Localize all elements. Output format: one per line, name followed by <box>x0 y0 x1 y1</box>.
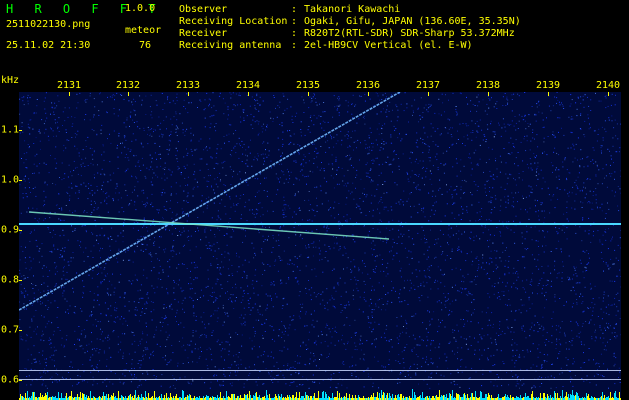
y-tick-label: 1.1 <box>1 124 20 136</box>
info-value: R820T2(RTL-SDR) SDR-Sharp 53.372MHz <box>304 28 515 39</box>
y-tick-mark <box>19 330 22 331</box>
noise-layer <box>19 92 621 389</box>
x-tick-label: 2140 <box>595 80 621 91</box>
x-tick-label: 2137 <box>415 80 441 91</box>
x-tick-mark <box>308 92 309 96</box>
x-tick-label: 2135 <box>295 80 321 91</box>
y-tick-mark <box>19 380 22 381</box>
x-tick-mark <box>248 92 249 96</box>
y-tick-label: 0.9 <box>1 224 20 236</box>
x-tick-mark <box>428 92 429 96</box>
info-colon: : <box>291 4 298 15</box>
x-tick-mark <box>608 92 609 96</box>
x-tick-label: 2139 <box>535 80 561 91</box>
info-label: Receiving antenna <box>179 40 282 51</box>
info-colon: : <box>291 40 298 51</box>
info-value: Ogaki, Gifu, JAPAN (136.60E, 35.35N) <box>304 16 521 27</box>
x-tick-label: 2131 <box>56 80 82 91</box>
signal-strength-strip <box>19 389 621 400</box>
x-tick-mark <box>128 92 129 96</box>
x-tick-mark <box>548 92 549 96</box>
x-tick-mark <box>69 92 70 96</box>
spectrogram-waterfall <box>19 92 621 400</box>
app-version: 1.0.0 <box>125 3 156 14</box>
y-tick-label: 0.6 <box>1 374 20 386</box>
x-tick-mark <box>488 92 489 96</box>
info-label: Receiving Location <box>179 16 288 27</box>
info-value: 2el-HB9CV Vertical (el. E-W) <box>304 40 473 51</box>
info-label: Receiver <box>179 28 228 39</box>
spectrogram-canvas <box>19 92 621 400</box>
y-tick-label: 1.0 <box>1 174 20 186</box>
hrofft-window: H R O F F T 1.0.0 2511022130.png meteor … <box>0 0 629 400</box>
y-tick-mark <box>19 230 22 231</box>
x-tick-mark <box>368 92 369 96</box>
y-tick-mark <box>19 280 22 281</box>
info-value: Takanori Kawachi <box>304 4 401 15</box>
mode-label: meteor <box>125 25 162 36</box>
reference-line <box>19 379 621 380</box>
x-tick-label: 2133 <box>175 80 201 91</box>
x-tick-label: 2138 <box>475 80 501 91</box>
file-name: 2511022130.png <box>6 19 91 30</box>
y-tick-label: 0.7 <box>1 324 20 336</box>
x-tick-label: 2136 <box>355 80 381 91</box>
x-tick-mark <box>188 92 189 96</box>
meteor-count: 76 <box>139 40 152 51</box>
x-tick-label: 2134 <box>235 80 261 91</box>
y-tick-label: 0.8 <box>1 274 20 286</box>
y-tick-mark <box>19 130 22 131</box>
y-axis-unit: kHz <box>1 75 20 86</box>
info-label: Observer <box>179 4 228 15</box>
y-tick-mark <box>19 180 22 181</box>
x-tick-label: 2132 <box>115 80 141 91</box>
info-colon: : <box>291 28 298 39</box>
info-colon: : <box>291 16 298 27</box>
reference-line <box>19 370 621 371</box>
observation-datetime: 25.11.02 21:30 <box>6 40 91 51</box>
